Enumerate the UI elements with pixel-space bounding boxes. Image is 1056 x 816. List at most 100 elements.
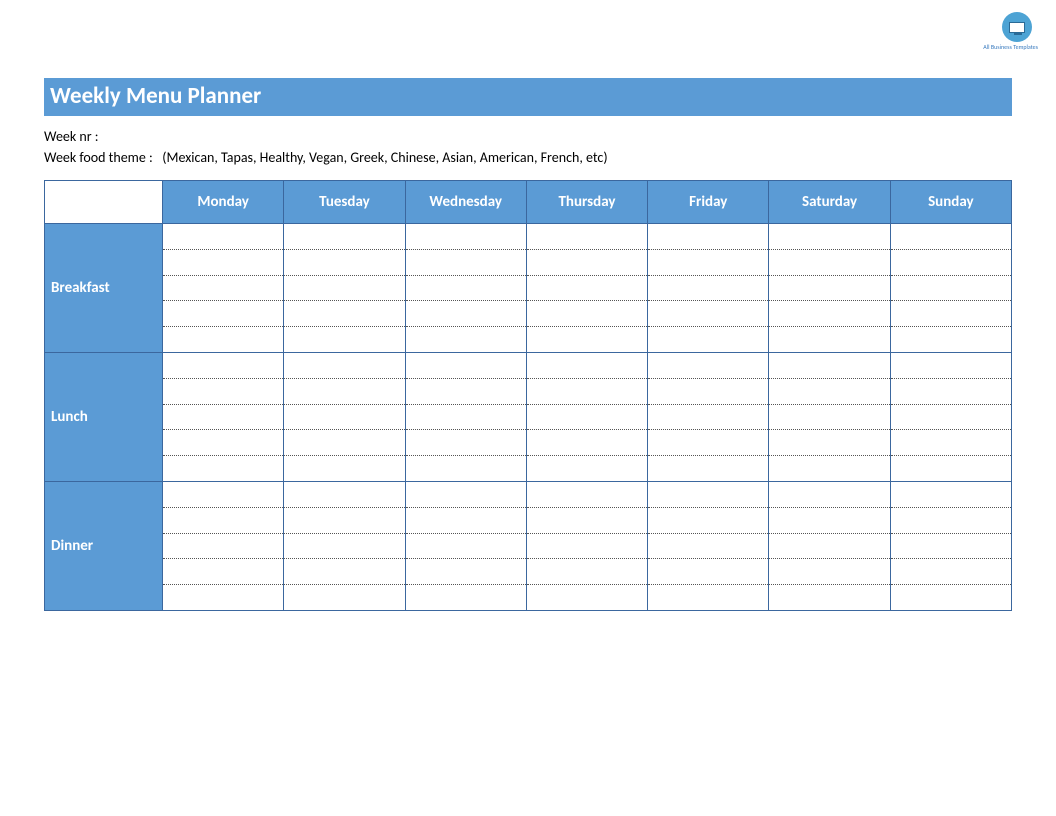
entry-line[interactable] <box>891 224 1011 250</box>
entry-line[interactable] <box>406 508 526 534</box>
slot-dinner-tuesday[interactable] <box>284 482 405 611</box>
entry-line[interactable] <box>163 353 283 379</box>
entry-line[interactable] <box>163 276 283 302</box>
entry-line[interactable] <box>406 534 526 560</box>
slot-breakfast-tuesday[interactable] <box>284 224 405 353</box>
entry-line[interactable] <box>648 405 768 431</box>
slot-breakfast-thursday[interactable] <box>526 224 647 353</box>
entry-line[interactable] <box>406 559 526 585</box>
entry-line[interactable] <box>891 559 1011 585</box>
entry-line[interactable] <box>769 224 889 250</box>
entry-line[interactable] <box>284 327 404 352</box>
entry-line[interactable] <box>648 534 768 560</box>
entry-line[interactable] <box>163 559 283 585</box>
entry-line[interactable] <box>284 430 404 456</box>
entry-line[interactable] <box>527 353 647 379</box>
entry-line[interactable] <box>527 508 647 534</box>
entry-line[interactable] <box>284 276 404 302</box>
entry-line[interactable] <box>284 482 404 508</box>
entry-line[interactable] <box>527 559 647 585</box>
entry-line[interactable] <box>648 585 768 610</box>
entry-line[interactable] <box>527 250 647 276</box>
entry-line[interactable] <box>769 405 889 431</box>
entry-line[interactable] <box>648 379 768 405</box>
entry-line[interactable] <box>891 379 1011 405</box>
entry-line[interactable] <box>891 585 1011 610</box>
entry-line[interactable] <box>527 405 647 431</box>
entry-line[interactable] <box>769 456 889 481</box>
entry-line[interactable] <box>406 456 526 481</box>
slot-dinner-monday[interactable] <box>163 482 284 611</box>
slot-breakfast-sunday[interactable] <box>890 224 1011 353</box>
entry-line[interactable] <box>769 250 889 276</box>
entry-line[interactable] <box>163 508 283 534</box>
slot-lunch-wednesday[interactable] <box>405 353 526 482</box>
slot-breakfast-monday[interactable] <box>163 224 284 353</box>
entry-line[interactable] <box>891 301 1011 327</box>
entry-line[interactable] <box>406 250 526 276</box>
entry-line[interactable] <box>891 405 1011 431</box>
entry-line[interactable] <box>891 534 1011 560</box>
entry-line[interactable] <box>769 276 889 302</box>
slot-lunch-tuesday[interactable] <box>284 353 405 482</box>
entry-line[interactable] <box>769 353 889 379</box>
entry-line[interactable] <box>527 276 647 302</box>
entry-line[interactable] <box>163 456 283 481</box>
entry-line[interactable] <box>769 559 889 585</box>
entry-line[interactable] <box>406 405 526 431</box>
entry-line[interactable] <box>891 430 1011 456</box>
entry-line[interactable] <box>527 456 647 481</box>
entry-line[interactable] <box>648 353 768 379</box>
entry-line[interactable] <box>648 430 768 456</box>
entry-line[interactable] <box>527 327 647 352</box>
entry-line[interactable] <box>406 276 526 302</box>
entry-line[interactable] <box>891 327 1011 352</box>
entry-line[interactable] <box>163 250 283 276</box>
slot-dinner-saturday[interactable] <box>769 482 890 611</box>
slot-breakfast-wednesday[interactable] <box>405 224 526 353</box>
entry-line[interactable] <box>406 301 526 327</box>
entry-line[interactable] <box>527 379 647 405</box>
slot-dinner-friday[interactable] <box>648 482 769 611</box>
entry-line[interactable] <box>406 430 526 456</box>
entry-line[interactable] <box>527 301 647 327</box>
slot-breakfast-saturday[interactable] <box>769 224 890 353</box>
entry-line[interactable] <box>163 301 283 327</box>
entry-line[interactable] <box>648 482 768 508</box>
entry-line[interactable] <box>648 276 768 302</box>
entry-line[interactable] <box>406 224 526 250</box>
entry-line[interactable] <box>284 456 404 481</box>
entry-line[interactable] <box>891 508 1011 534</box>
entry-line[interactable] <box>769 327 889 352</box>
entry-line[interactable] <box>769 301 889 327</box>
entry-line[interactable] <box>284 250 404 276</box>
entry-line[interactable] <box>284 534 404 560</box>
slot-dinner-sunday[interactable] <box>890 482 1011 611</box>
entry-line[interactable] <box>284 559 404 585</box>
entry-line[interactable] <box>648 456 768 481</box>
entry-line[interactable] <box>163 379 283 405</box>
slot-lunch-thursday[interactable] <box>526 353 647 482</box>
slot-dinner-thursday[interactable] <box>526 482 647 611</box>
entry-line[interactable] <box>406 585 526 610</box>
entry-line[interactable] <box>527 534 647 560</box>
entry-line[interactable] <box>648 559 768 585</box>
entry-line[interactable] <box>891 276 1011 302</box>
entry-line[interactable] <box>891 456 1011 481</box>
slot-breakfast-friday[interactable] <box>648 224 769 353</box>
entry-line[interactable] <box>406 379 526 405</box>
entry-line[interactable] <box>769 585 889 610</box>
entry-line[interactable] <box>769 534 889 560</box>
entry-line[interactable] <box>163 405 283 431</box>
entry-line[interactable] <box>769 379 889 405</box>
entry-line[interactable] <box>284 224 404 250</box>
entry-line[interactable] <box>891 250 1011 276</box>
entry-line[interactable] <box>648 327 768 352</box>
entry-line[interactable] <box>284 405 404 431</box>
entry-line[interactable] <box>527 585 647 610</box>
slot-lunch-friday[interactable] <box>648 353 769 482</box>
entry-line[interactable] <box>163 430 283 456</box>
entry-line[interactable] <box>769 482 889 508</box>
entry-line[interactable] <box>527 482 647 508</box>
entry-line[interactable] <box>891 353 1011 379</box>
